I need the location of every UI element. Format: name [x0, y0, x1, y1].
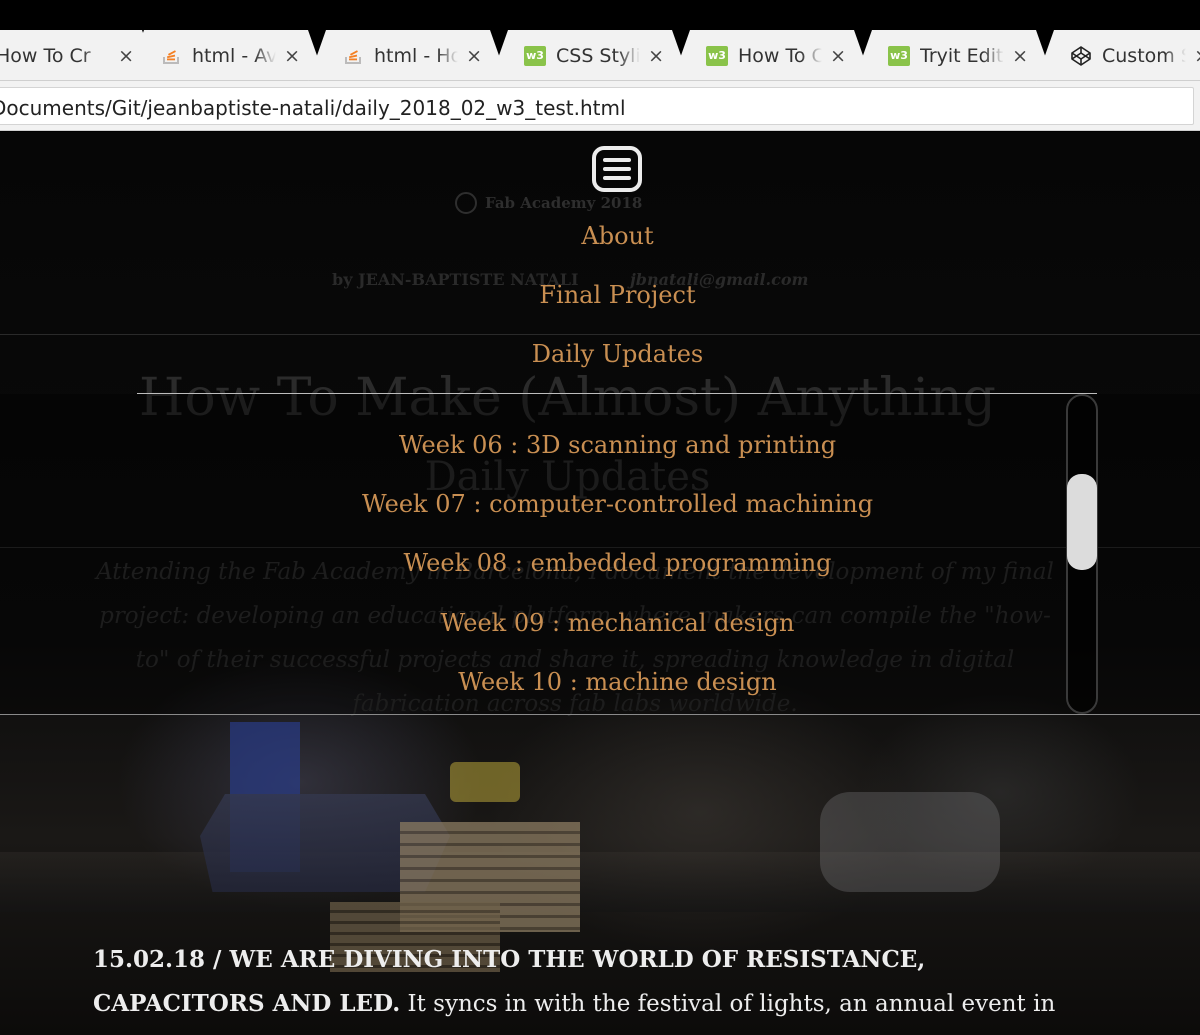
close-icon[interactable]: × [648, 45, 664, 67]
nav-final-project[interactable]: Final Project [0, 281, 1200, 309]
codepen-icon [1070, 45, 1092, 67]
browser-tab[interactable]: html - Hov × [308, 30, 508, 81]
fab-logo-icon [455, 192, 477, 214]
submenu-item-week-06[interactable]: Week 06 : 3D scanning and printing [0, 431, 1200, 459]
tab-title: How To Cr [0, 44, 91, 67]
tab-title: How To Cr [738, 44, 823, 67]
close-icon[interactable]: × [830, 45, 846, 67]
divider [0, 334, 1200, 335]
nav-daily-updates[interactable]: Daily Updates [0, 340, 1200, 368]
stackoverflow-icon [342, 45, 364, 67]
hamburger-line [603, 158, 631, 162]
browser-tab[interactable]: w3 How To Cr × [672, 30, 872, 81]
stackoverflow-icon [160, 45, 182, 67]
brand-label: Fab Academy 2018 [485, 194, 643, 212]
nav-about[interactable]: About [0, 222, 1200, 250]
window-top [0, 0, 1200, 28]
browser-tab[interactable]: html - Avo × [126, 30, 326, 81]
browser-tab[interactable]: w3 Tryit Edito × [854, 30, 1054, 81]
workshop-cart [450, 762, 520, 802]
url-text: Documents/Git/jeanbaptiste-natali/daily_… [0, 96, 626, 120]
close-icon[interactable]: × [284, 45, 300, 67]
article-body: It syncs in with the festival of lights,… [400, 991, 1056, 1017]
url-field[interactable]: Documents/Git/jeanbaptiste-natali/daily_… [0, 87, 1194, 125]
article-paragraph: 15.02.18 / WE ARE DIVING INTO THE WORLD … [93, 938, 1103, 1026]
tab-title: html - Hov [374, 44, 459, 67]
close-icon[interactable]: × [466, 45, 482, 67]
submenu-divider [137, 393, 1097, 394]
hamburger-line [603, 167, 631, 171]
tab-bar: How To Cr × html - Avo × html - Hov × w3… [0, 28, 1200, 81]
submenu-bottom-border [0, 714, 1200, 715]
site-brand[interactable]: Fab Academy 2018 [455, 192, 642, 214]
menu-toggle-button[interactable] [592, 146, 642, 192]
submenu-item-week-08[interactable]: Week 08 : embedded programming [0, 549, 1200, 577]
submenu-scroll-thumb[interactable] [1067, 474, 1097, 570]
workshop-floor [0, 852, 1200, 912]
workshop-bags [820, 792, 1000, 892]
web-page: Fab Academy 2018 by JEAN-BAPTISTE NATALI… [0, 132, 1200, 1035]
browser-tab[interactable]: Custom S × [1036, 30, 1200, 81]
hamburger-line [603, 176, 631, 180]
tab-title: html - Avo [192, 44, 277, 67]
submenu-item-week-10[interactable]: Week 10 : machine design [0, 668, 1200, 696]
w3schools-icon: w3 [706, 45, 728, 67]
close-icon[interactable]: × [1012, 45, 1028, 67]
submenu-item-week-09[interactable]: Week 09 : mechanical design [0, 609, 1200, 637]
tab-title: Custom S [1102, 44, 1187, 67]
tab-title: Tryit Edito [920, 44, 1004, 67]
address-bar: Documents/Git/jeanbaptiste-natali/daily_… [0, 81, 1200, 131]
tab-title: CSS Styling [556, 44, 641, 67]
close-icon[interactable]: × [1194, 45, 1200, 67]
submenu-item-week-07[interactable]: Week 07 : computer-controlled machining [0, 490, 1200, 518]
w3schools-icon: w3 [888, 45, 910, 67]
browser-tab[interactable]: w3 CSS Styling × [490, 30, 690, 81]
close-icon[interactable]: × [118, 45, 134, 67]
w3schools-icon: w3 [524, 45, 546, 67]
